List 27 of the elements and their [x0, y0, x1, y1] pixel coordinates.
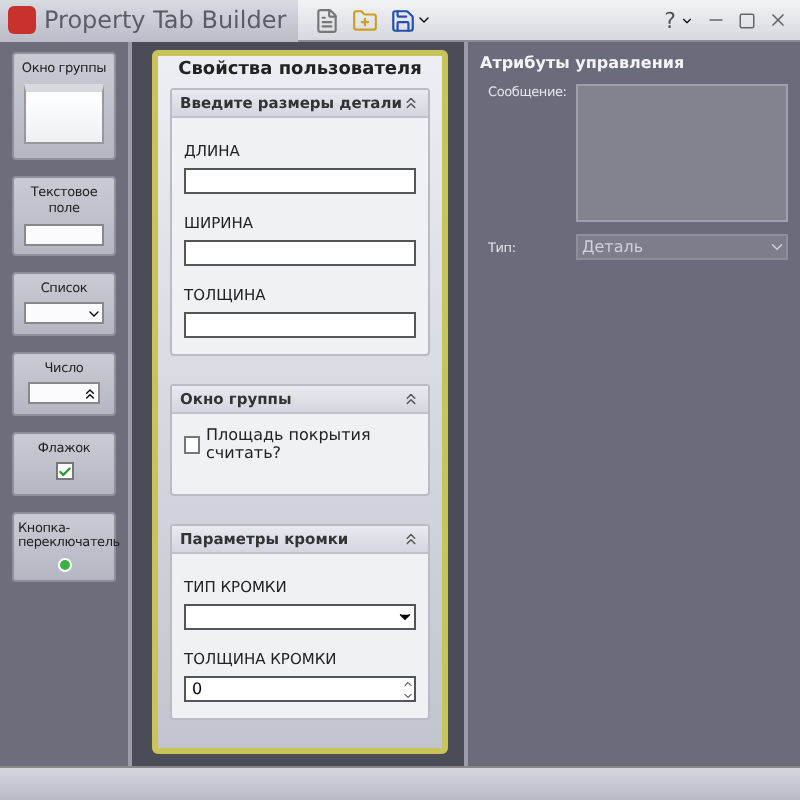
close-icon[interactable]: [768, 10, 788, 30]
collapse-icon[interactable]: [402, 530, 420, 548]
spinner-icon: [82, 385, 98, 402]
chevron-down-icon: [768, 238, 786, 256]
new-file-icon[interactable]: [314, 7, 341, 33]
collapse-icon[interactable]: [402, 94, 420, 112]
window-title: Property Tab Builder: [44, 6, 287, 34]
caret-icon: [416, 12, 433, 28]
caret-icon: [396, 608, 414, 626]
save-icon[interactable]: [390, 7, 417, 33]
help-button[interactable]: ?: [664, 7, 676, 33]
app-logo-icon: [8, 6, 36, 34]
input-field[interactable]: [184, 240, 416, 266]
text-field-preview: [24, 223, 104, 246]
caret-icon: [680, 13, 694, 27]
number-field[interactable]: 0: [184, 676, 416, 702]
input-field[interactable]: [184, 312, 416, 338]
spinner-icon: [402, 677, 414, 701]
collapse-icon[interactable]: [402, 390, 420, 408]
panel-title: Атрибуты управления: [480, 54, 687, 72]
dropdown[interactable]: [184, 604, 416, 630]
message-field[interactable]: [576, 84, 788, 222]
group-box-preview: [24, 83, 104, 144]
input-field[interactable]: [184, 168, 416, 194]
page-title: Свойства пользователя: [176, 60, 424, 80]
maximize-icon[interactable]: [738, 11, 756, 29]
checkbox[interactable]: Площадь покрытия считать?: [184, 426, 416, 478]
